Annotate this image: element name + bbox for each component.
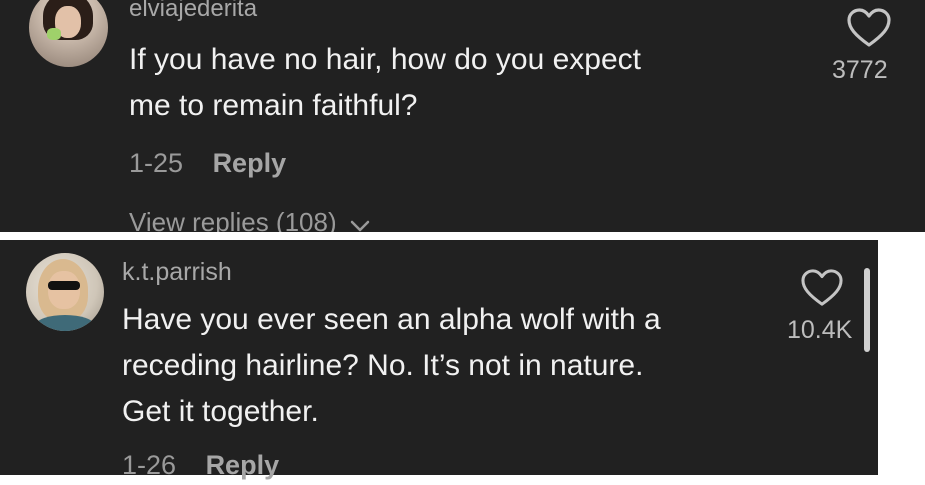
comment-date: 1-26	[122, 450, 177, 480]
comment-line: me to remain faithful?	[129, 89, 418, 122]
comment-line: receding hairline? No. It’s not in natur…	[122, 349, 644, 382]
avatar[interactable]	[26, 253, 104, 331]
avatar-shoulder	[36, 315, 94, 331]
avatar-sunglasses	[48, 281, 80, 290]
avatar-face	[48, 271, 80, 309]
avatar-object	[47, 28, 61, 40]
comment-text: Have you ever seen an alpha wolf with a …	[122, 297, 772, 435]
comment-username[interactable]: k.t.parrish	[122, 258, 232, 287]
heart-outline-icon[interactable]	[800, 268, 844, 308]
view-replies-button[interactable]: View replies (108)	[129, 207, 370, 232]
comment-meta: 1-26 Reply	[122, 450, 279, 481]
comment-text: If you have no hair, how do you expect m…	[129, 37, 779, 129]
reply-button[interactable]: Reply	[213, 148, 287, 178]
like-count: 3772	[832, 56, 888, 84]
comment-username[interactable]: elviajederita	[129, 0, 257, 23]
view-replies-label: View replies (108)	[129, 207, 337, 232]
comment-date: 1-25	[129, 148, 184, 178]
chevron-down-icon	[350, 209, 370, 232]
scrollbar[interactable]	[864, 268, 870, 352]
avatar[interactable]	[29, 0, 108, 67]
screenshot-canvas: elviajederita If you have no hair, how d…	[0, 0, 925, 485]
heart-outline-icon[interactable]	[846, 7, 892, 49]
comment-line: If you have no hair, how do you expect	[129, 43, 642, 76]
comment-meta: 1-25 Reply	[129, 148, 286, 179]
comment-card-1: elviajederita If you have no hair, how d…	[0, 0, 925, 232]
comment-line: Have you ever seen an alpha wolf with a	[122, 303, 661, 336]
like-count: 10.4K	[787, 316, 853, 344]
reply-button[interactable]: Reply	[206, 450, 280, 480]
comment-line: Get it together.	[122, 395, 319, 428]
